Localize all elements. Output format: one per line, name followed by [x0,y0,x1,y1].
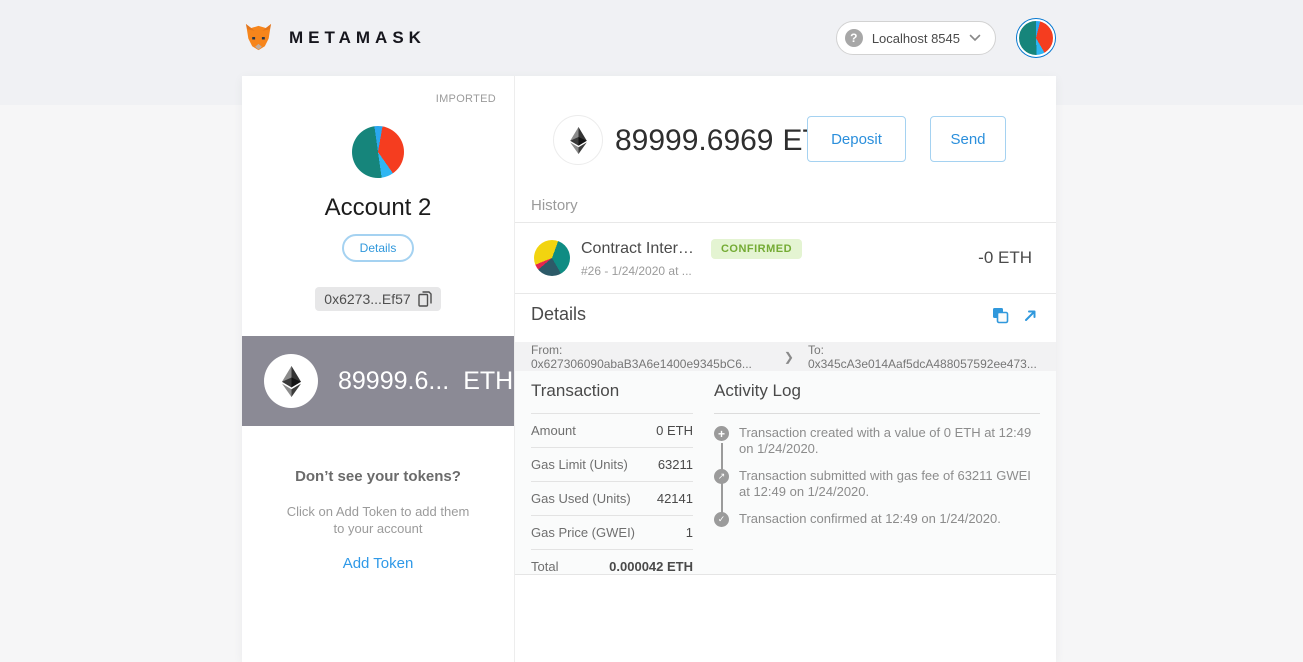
address-chip[interactable]: 0x6273...Ef57 [315,287,440,311]
row-value: 1 [686,525,693,540]
row-label: Gas Used (Units) [531,491,631,506]
table-row: Gas Limit (Units) 63211 [531,447,693,481]
to-address: To: 0x345cA3e014Aaf5dcA488057592ee473... [808,343,1040,371]
activity-text: Transaction submitted with gas fee of 63… [739,468,1039,500]
sidebar-balance-unit: ETH [463,367,513,396]
row-value: 42141 [657,491,693,506]
transaction-row[interactable]: Contract Inter… CONFIRMED #26 - 1/24/202… [515,223,1056,294]
sidebar-balance-bar: 89999.6... ETH [242,336,514,426]
metamask-app: METAMASK ? Localhost 8545 IMPORTED Accou… [0,0,1303,662]
content-panel: IMPORTED Account 2 Details 0x6273...Ef57 [242,76,1056,662]
created-icon: + [714,426,729,441]
tx-subtitle: #26 - 1/24/2020 at ... [581,264,802,278]
chevron-down-icon [969,34,981,42]
main-balance: 89999.6969 [615,124,774,157]
tx-info: Contract Inter… CONFIRMED #26 - 1/24/202… [581,239,802,278]
main-content: 89999.6969ETH Deposit Send History Contr… [515,76,1056,662]
table-row: Gas Price (GWEI) 1 [531,515,693,549]
tx-amount: -0 ETH [978,248,1032,268]
submitted-icon: ↗ [714,469,729,484]
table-row: Gas Used (Units) 42141 [531,481,693,515]
eth-logo-icon [264,354,318,408]
sidebar: IMPORTED Account 2 Details 0x6273...Ef57 [242,76,515,662]
details-button[interactable]: Details [342,234,415,262]
account-avatar [352,126,404,178]
row-value: 0.000042 ETH [609,559,693,574]
row-value: 63211 [658,457,693,472]
tokens-prompt-body: Click on Add Token to add them to your a… [280,503,476,537]
activity-text: Transaction created with a value of 0 ET… [739,425,1039,457]
table-row-total: Total 0.000042 ETH [531,549,693,583]
account-menu-jazzicon [1017,19,1055,57]
row-value: 0 ETH [656,423,693,438]
network-selector[interactable]: ? Localhost 8545 [836,21,996,55]
from-to-bar: From: 0x627306090abaB3A6e1400e9345bC6...… [515,342,1056,371]
transaction-heading: Transaction [531,377,693,413]
account-address: 0x6273...Ef57 [324,291,410,307]
activity-log: Activity Log + Transaction created with … [714,377,1040,527]
account-menu-avatar[interactable] [1016,18,1056,58]
tx-title: Contract Inter… [581,240,694,258]
activity-entries: + Transaction created with a value of 0 … [714,425,1040,527]
header-controls: ? Localhost 8545 [836,18,1056,58]
activity-text: Transaction confirmed at 12:49 on 1/24/2… [739,511,1039,527]
open-explorer-icon[interactable] [1021,306,1039,324]
activity-log-heading: Activity Log [714,377,1040,414]
activity-entry: ↗ Transaction submitted with gas fee of … [714,468,1040,500]
deposit-button[interactable]: Deposit [807,116,906,162]
imported-badge: IMPORTED [436,93,496,105]
details-title: Details [531,304,586,325]
row-label: Gas Price (GWEI) [531,525,635,540]
activity-entry: + Transaction created with a value of 0 … [714,425,1040,457]
tx-avatar [534,240,570,276]
activity-entry: ✓ Transaction confirmed at 12:49 on 1/24… [714,511,1040,527]
help-icon: ? [845,29,863,47]
transaction-table: Transaction Amount 0 ETH Gas Limit (Unit… [531,377,693,583]
copy-address-icon[interactable] [418,291,432,307]
details-body: Transaction Amount 0 ETH Gas Limit (Unit… [515,371,1056,575]
row-label: Amount [531,423,576,438]
confirmed-icon: ✓ [714,512,729,527]
from-address: From: 0x627306090abaB3A6e1400e9345bC6... [531,343,770,371]
sidebar-balance: 89999.6... [338,367,449,396]
brand-wordmark: METAMASK [289,28,426,48]
chevron-right-icon: ❯ [784,350,794,364]
fox-icon [242,23,275,54]
row-label: Gas Limit (Units) [531,457,628,472]
tab-history[interactable]: History [531,197,578,214]
table-row: Amount 0 ETH [531,413,693,447]
tokens-prompt-title: Don’t see your tokens? [242,468,514,485]
account-name: Account 2 [242,194,514,222]
metamask-logo: METAMASK [242,23,426,54]
send-button[interactable]: Send [930,116,1006,162]
copy-tx-icon[interactable] [991,306,1009,324]
add-token-link[interactable]: Add Token [343,555,414,572]
network-label: Localhost 8545 [872,31,960,46]
tx-status-badge: CONFIRMED [711,239,802,259]
row-label: Total [531,559,558,574]
details-actions [991,306,1039,324]
tokens-prompt: Don’t see your tokens? Click on Add Toke… [242,468,514,573]
app-header: METAMASK ? Localhost 8545 [242,0,1056,76]
main-balance-eth-icon [553,115,603,165]
